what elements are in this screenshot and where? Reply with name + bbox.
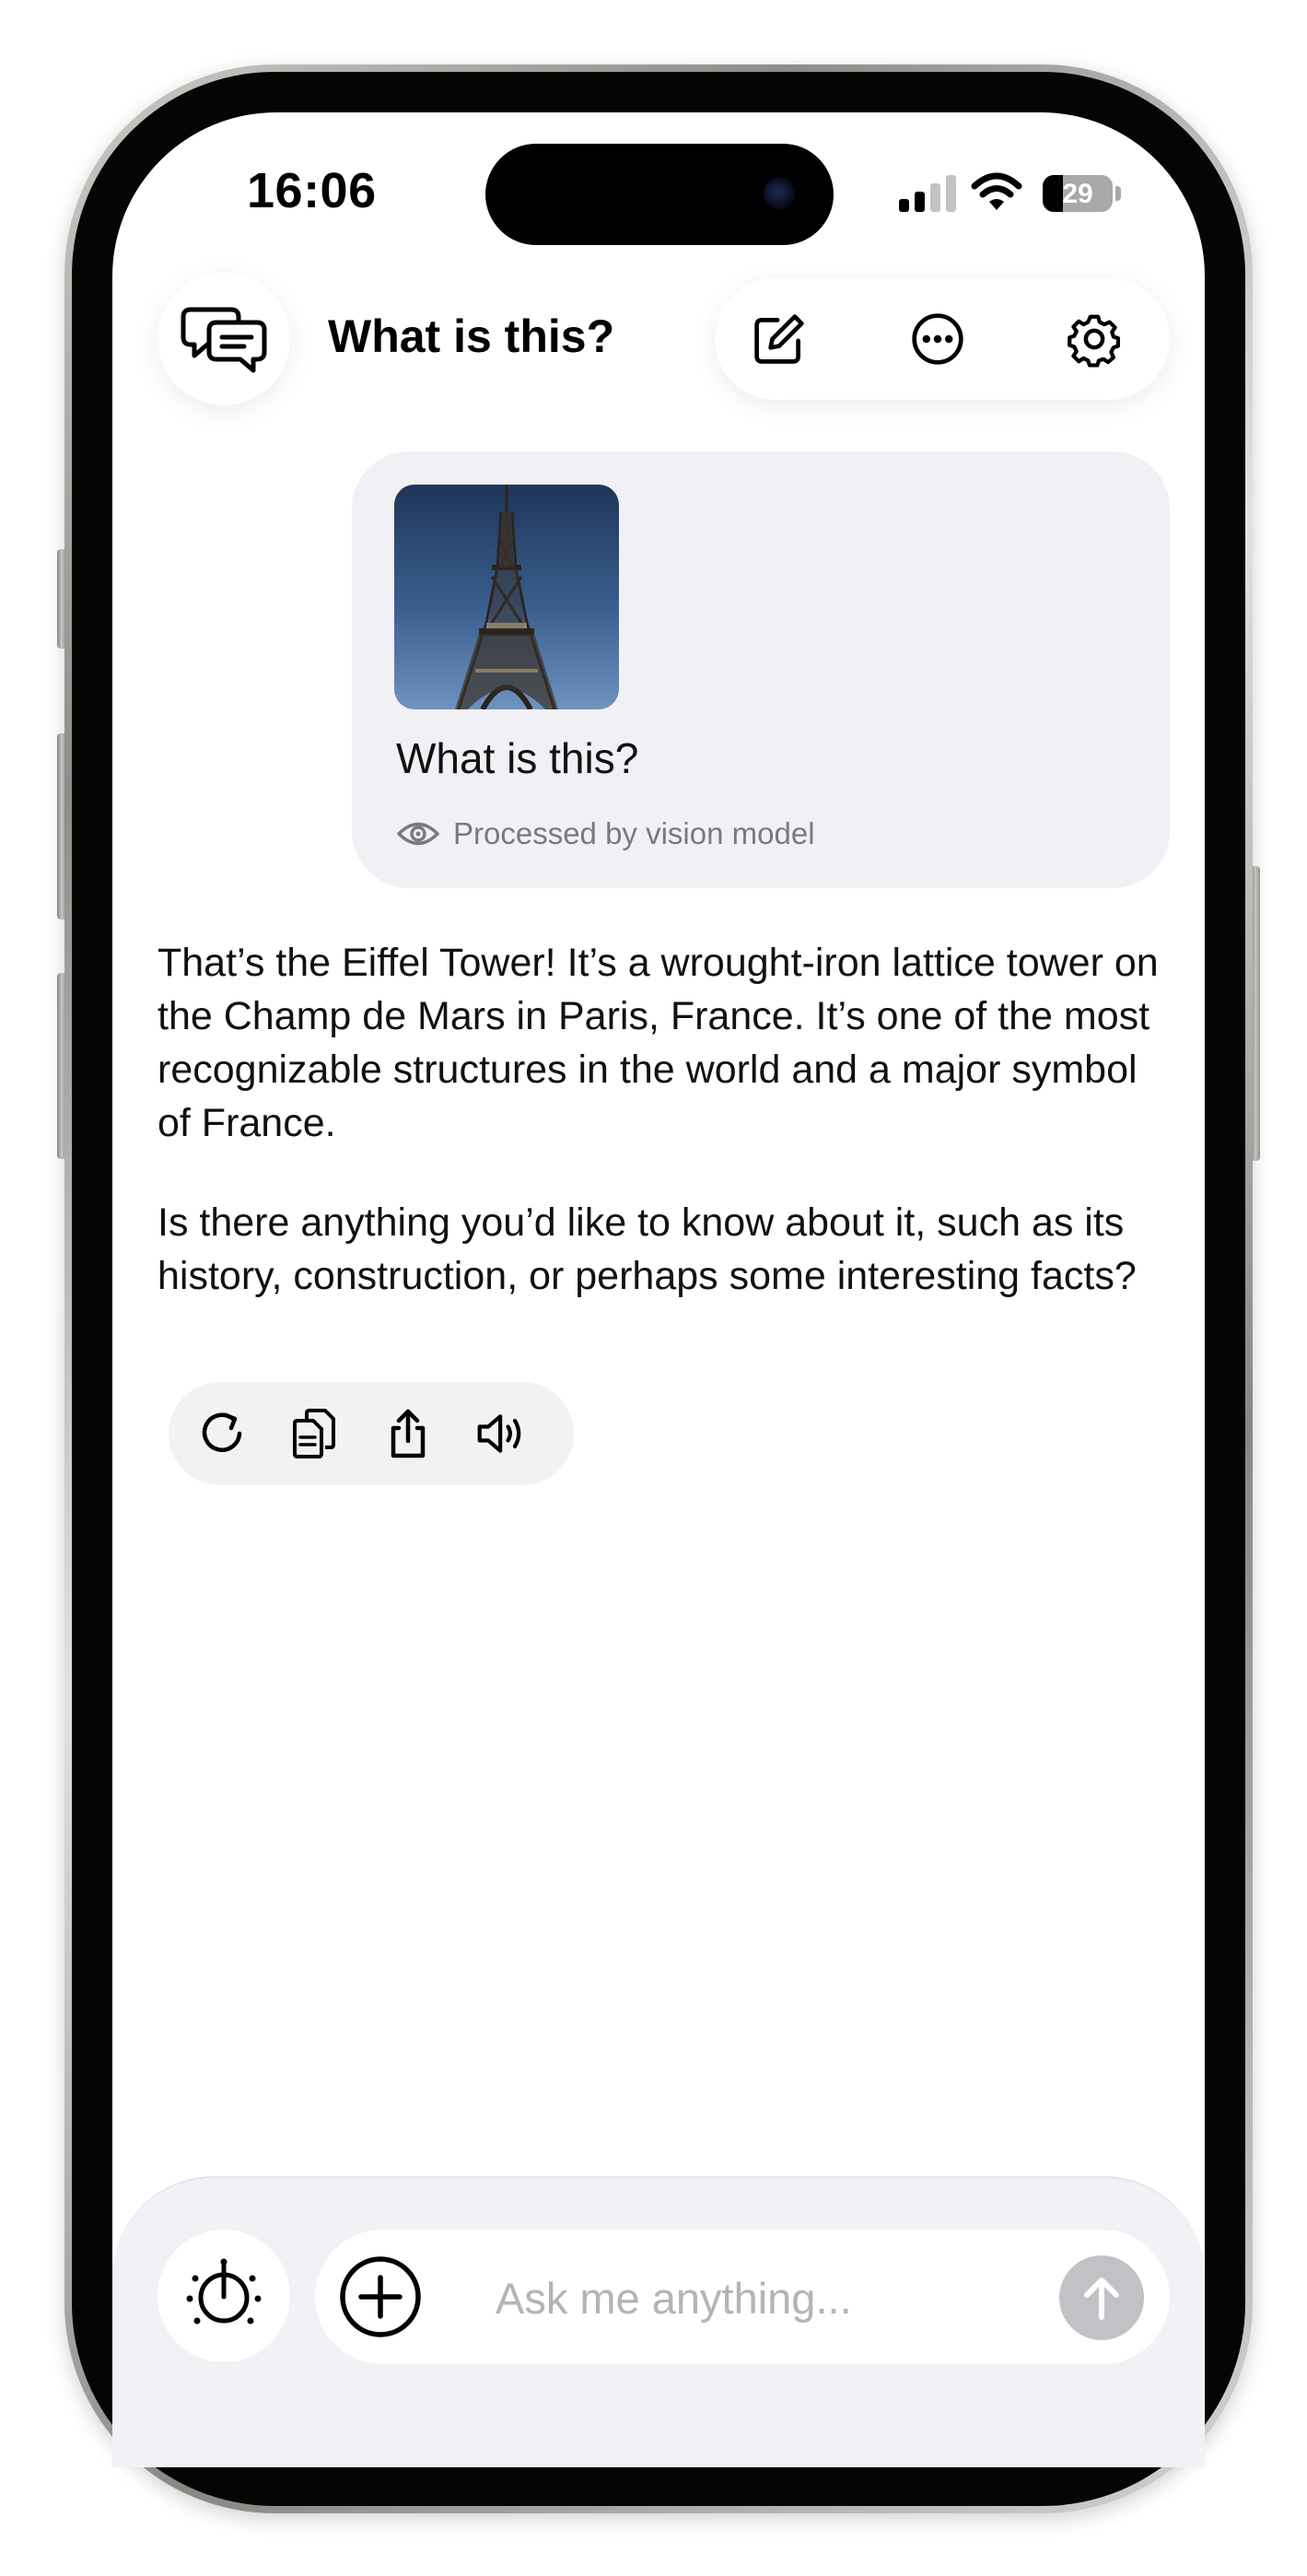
copy-button[interactable]	[288, 1408, 340, 1459]
header-actions	[715, 278, 1170, 400]
gear-icon	[1068, 314, 1121, 368]
dynamic-island	[485, 144, 834, 245]
share-button[interactable]	[382, 1408, 434, 1459]
message-input[interactable]	[494, 2261, 1050, 2335]
battery-icon: 29	[1043, 175, 1113, 212]
more-options-icon	[912, 313, 963, 365]
battery-percent: 29	[1062, 179, 1093, 209]
copy-icon	[293, 1409, 335, 1458]
compose-icon	[754, 314, 804, 364]
device-canvas: 16:06 29 What is this? What is this? Pro…	[0, 0, 1307, 2576]
timer-button[interactable]	[158, 2230, 290, 2362]
user-message-bubble: What is this? Processed by vision model	[352, 451, 1170, 888]
chats-button[interactable]	[158, 273, 290, 405]
eye-icon	[397, 822, 439, 846]
share-icon	[391, 1409, 426, 1458]
chat-bubbles-icon	[181, 307, 267, 373]
regenerate-icon	[202, 1412, 242, 1453]
user-message-text: What is this?	[396, 734, 639, 782]
signal-bar	[930, 183, 940, 212]
speaker-icon	[477, 1414, 521, 1453]
front-camera	[764, 178, 795, 209]
vision-note: Processed by vision model	[396, 816, 815, 851]
assistant-paragraph: That’s the Eiffel Tower! It’s a wrought-…	[158, 941, 1159, 1145]
cellular-signal-icon	[899, 175, 956, 212]
signal-bar	[915, 192, 925, 212]
new-chat-button[interactable]	[752, 311, 807, 367]
vision-note-text: Processed by vision model	[453, 816, 815, 850]
more-options-button[interactable]	[910, 311, 965, 367]
read-aloud-button[interactable]	[476, 1408, 528, 1459]
settings-button[interactable]	[1067, 311, 1122, 368]
wifi-icon	[971, 172, 1022, 210]
regenerate-button[interactable]	[196, 1408, 248, 1459]
plus-circle-icon	[340, 2256, 421, 2337]
arrow-up-icon	[1084, 2277, 1119, 2320]
status-time: 16:06	[247, 163, 377, 218]
assistant-paragraph: Is there anything you’d like to know abo…	[158, 1200, 1137, 1298]
timer-icon	[186, 2258, 262, 2324]
add-attachment-button[interactable]	[339, 2255, 422, 2338]
page-title: What is this?	[328, 310, 615, 362]
attached-image[interactable]	[394, 485, 619, 709]
message-actions	[169, 1382, 574, 1485]
message-input-container	[315, 2230, 1170, 2364]
eiffel-tower-photo	[394, 485, 619, 709]
battery-tip	[1115, 186, 1121, 201]
signal-bar	[899, 199, 909, 212]
send-button[interactable]	[1059, 2255, 1144, 2340]
signal-bar	[946, 175, 956, 212]
